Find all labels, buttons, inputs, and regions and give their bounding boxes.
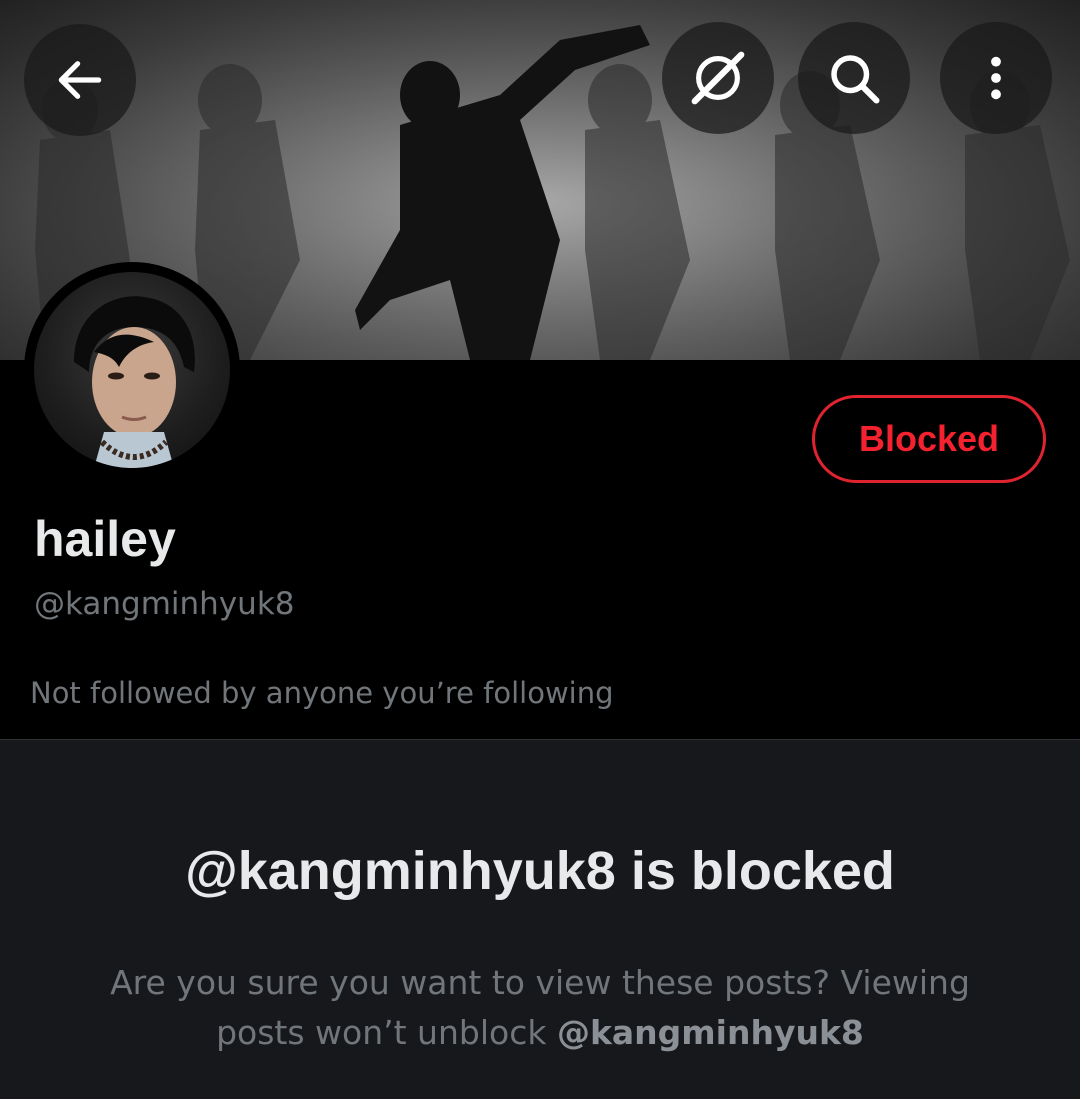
blocked-notice-title: @kangminhyuk8 is blocked [185,841,895,901]
blocked-notice-description: Are you sure you want to view these post… [80,958,1000,1058]
grok-icon [691,51,745,105]
display-name: hailey [34,511,176,567]
search-button[interactable] [798,22,910,134]
blocked-button[interactable]: Blocked [812,395,1046,483]
search-icon [831,55,880,104]
username-handle: @kangminhyuk8 [34,586,295,622]
avatar[interactable] [24,262,240,478]
back-button[interactable] [24,24,136,136]
more-button[interactable] [940,22,1052,134]
blocked-notice-handle: @kangminhyuk8 [556,1013,864,1052]
arrow-left-icon [58,61,102,99]
grok-button[interactable] [662,22,774,134]
followers-you-know-note: Not followed by anyone you’re following [30,676,614,710]
more-vertical-icon [991,56,1001,100]
avatar-image [34,272,230,468]
